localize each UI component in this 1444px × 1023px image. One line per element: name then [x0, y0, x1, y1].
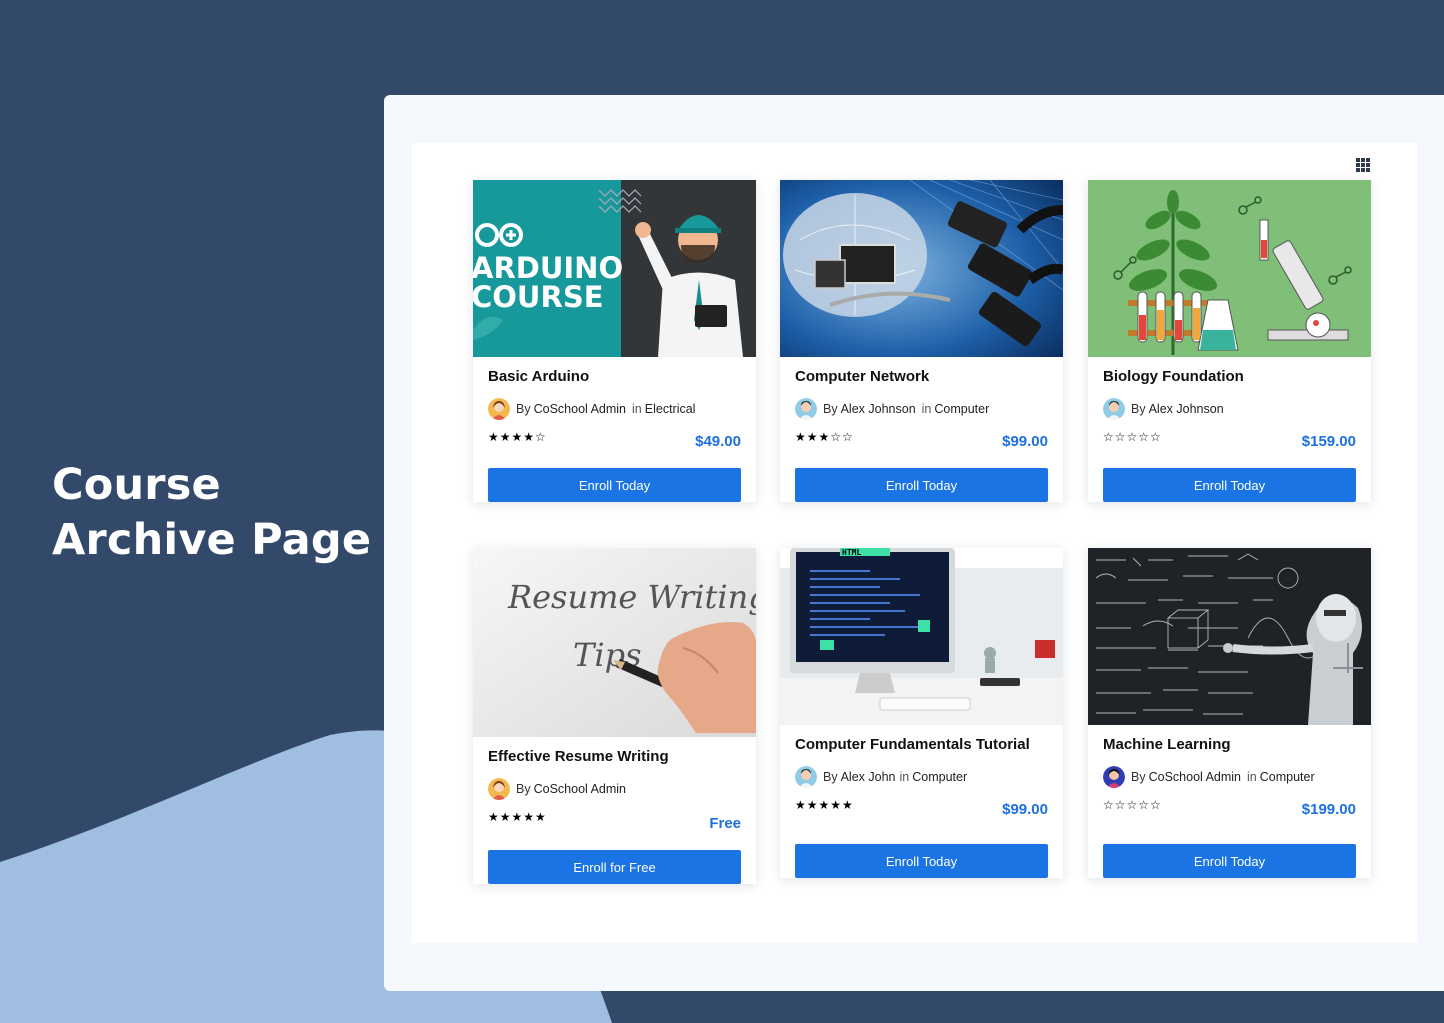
- category-link[interactable]: Computer: [912, 770, 967, 784]
- by-label: By: [823, 402, 838, 416]
- by-label: By: [1131, 770, 1146, 784]
- html-screen-label: HTML: [842, 548, 861, 557]
- rating-row: ☆☆☆☆☆ $199.00: [1103, 795, 1356, 823]
- course-price: $99.00: [1002, 801, 1048, 818]
- course-thumbnail-network[interactable]: [780, 180, 1063, 357]
- course-card: HTML Computer Fundamentals Tutorial By A…: [780, 548, 1063, 878]
- star-rating: ★★★★★: [795, 798, 854, 812]
- category-link[interactable]: Computer: [1260, 770, 1315, 784]
- course-card: ARDUINO COURSE Basic Arduino By CoSchool…: [473, 180, 756, 502]
- author-link[interactable]: Alex Johnson: [841, 402, 916, 416]
- hero-title-line1: Course: [52, 460, 221, 510]
- category-link[interactable]: Computer: [934, 402, 989, 416]
- course-meta: By CoSchool Admin in Electrical: [488, 398, 741, 420]
- course-title[interactable]: Machine Learning: [1103, 736, 1356, 756]
- course-thumbnail-resume[interactable]: Resume Writing Tips: [473, 548, 756, 737]
- course-thumbnail-machine-learning[interactable]: [1088, 548, 1371, 725]
- course-price: $99.00: [1002, 433, 1048, 450]
- course-meta: By Alex John in Computer: [795, 766, 1048, 788]
- course-title[interactable]: Computer Network: [795, 368, 1048, 388]
- avatar: [1103, 398, 1125, 420]
- course-title[interactable]: Computer Fundamentals Tutorial: [795, 736, 1048, 756]
- in-label: in: [921, 402, 932, 416]
- in-label: in: [899, 770, 910, 784]
- enroll-button[interactable]: Enroll for Free: [488, 850, 741, 884]
- enroll-button[interactable]: Enroll Today: [795, 468, 1048, 502]
- course-title[interactable]: Biology Foundation: [1103, 368, 1356, 388]
- author-link[interactable]: Alex John: [841, 770, 896, 784]
- avatar: [1103, 766, 1125, 788]
- by-label: By: [1131, 402, 1146, 416]
- course-price: $49.00: [695, 433, 741, 450]
- author-link[interactable]: Alex Johnson: [1149, 402, 1224, 416]
- course-card: Resume Writing Tips Effective Resume Wri…: [473, 548, 756, 884]
- star-rating: ★★★★☆: [488, 430, 547, 444]
- course-title[interactable]: Basic Arduino: [488, 368, 741, 388]
- category-link[interactable]: Electrical: [645, 402, 696, 416]
- by-label: By: [823, 770, 838, 784]
- course-card: Biology Foundation By Alex Johnson ☆☆☆☆☆…: [1088, 180, 1371, 502]
- rating-row: ★★★★☆ $49.00: [488, 427, 741, 455]
- browser-window: ARDUINO COURSE Basic Arduino By CoSchool…: [384, 95, 1444, 991]
- star-rating: ☆☆☆☆☆: [1103, 430, 1162, 444]
- author-link[interactable]: CoSchool Admin: [1149, 770, 1241, 784]
- avatar: [795, 398, 817, 420]
- avatar: [488, 778, 510, 800]
- course-price: $199.00: [1301, 801, 1356, 818]
- course-meta: By Alex Johnson in Computer: [795, 398, 1048, 420]
- in-label: in: [1247, 770, 1257, 784]
- rating-row: ★★★★★ $99.00: [795, 795, 1048, 823]
- grid-view-icon[interactable]: [1356, 158, 1371, 172]
- author-link[interactable]: CoSchool Admin: [534, 782, 626, 796]
- star-rating: ★★★★★: [488, 810, 547, 824]
- hero-title: Course Archive Page: [52, 458, 371, 568]
- avatar: [488, 398, 510, 420]
- rating-row: ☆☆☆☆☆ $159.00: [1103, 427, 1356, 455]
- rating-row: ★★★☆☆ $99.00: [795, 427, 1048, 455]
- course-meta: By CoSchool Admin: [488, 778, 741, 800]
- course-thumbnail-biology[interactable]: [1088, 180, 1371, 357]
- course-meta: By CoSchool Admin in Computer: [1103, 766, 1356, 788]
- course-card: Computer Network By Alex Johnson in Comp…: [780, 180, 1063, 502]
- enroll-button[interactable]: Enroll Today: [795, 844, 1048, 878]
- author-link[interactable]: CoSchool Admin: [534, 402, 626, 416]
- resume-thumbnail-line1: Resume Writing: [507, 578, 756, 616]
- course-thumbnail-fundamentals[interactable]: HTML: [780, 548, 1063, 725]
- course-archive-panel: ARDUINO COURSE Basic Arduino By CoSchool…: [412, 143, 1417, 943]
- by-label: By: [516, 782, 531, 796]
- in-label: in: [632, 402, 642, 416]
- course-title[interactable]: Effective Resume Writing: [488, 748, 741, 768]
- course-meta: By Alex Johnson: [1103, 398, 1356, 420]
- course-price: Free: [709, 815, 741, 832]
- avatar: [795, 766, 817, 788]
- enroll-button[interactable]: Enroll Today: [1103, 468, 1356, 502]
- hero-title-line2: Archive Page: [52, 515, 372, 565]
- enroll-button[interactable]: Enroll Today: [1103, 844, 1356, 878]
- course-price: $159.00: [1301, 433, 1356, 450]
- by-label: By: [516, 402, 531, 416]
- arduino-title-line2: COURSE: [473, 280, 604, 314]
- enroll-button[interactable]: Enroll Today: [488, 468, 741, 502]
- course-card: Machine Learning By CoSchool Admin in Co…: [1088, 548, 1371, 878]
- star-rating: ☆☆☆☆☆: [1103, 798, 1162, 812]
- course-thumbnail-arduino[interactable]: ARDUINO COURSE: [473, 180, 756, 357]
- star-rating: ★★★☆☆: [795, 430, 854, 444]
- rating-row: ★★★★★ Free: [488, 807, 741, 835]
